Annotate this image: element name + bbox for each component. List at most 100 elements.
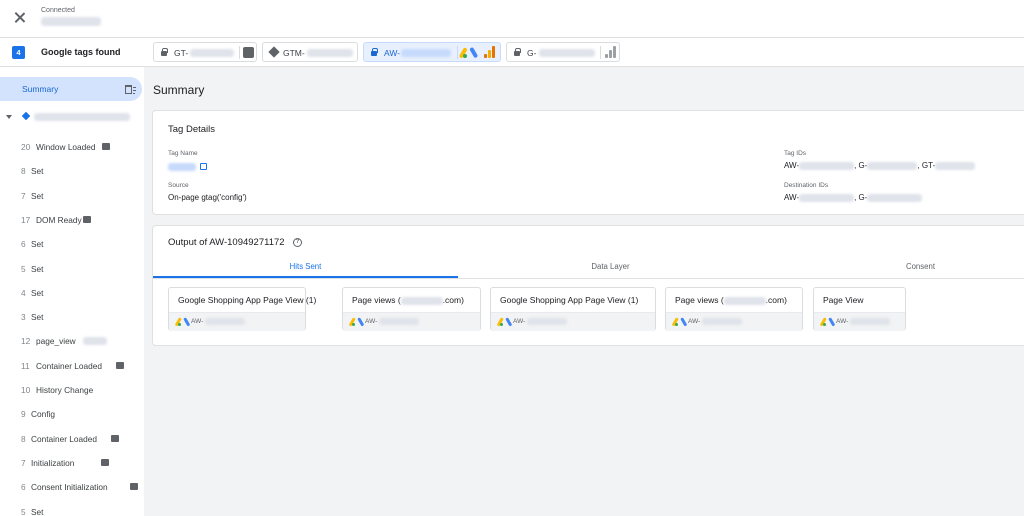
event-number: 4 [21, 287, 26, 298]
tag-chip-gtm[interactable]: GTM- [262, 42, 358, 62]
event-name: Set [31, 239, 44, 250]
event-name: History Change [36, 385, 94, 395]
event-name: Container Loaded [31, 433, 97, 444]
sidebar-event-item[interactable]: 8 Container Loaded [0, 429, 144, 449]
tag-details-title: Tag Details [168, 124, 215, 135]
sidebar-event-item[interactable]: 17 DOM Ready [0, 210, 144, 230]
container-icon [243, 47, 254, 58]
lock-icon [161, 48, 168, 56]
hit-title-part: Page views ( [352, 295, 401, 305]
event-name: Set [31, 287, 44, 298]
main-panel: Summary Tag Details Tag Name Source On-p… [144, 67, 1024, 516]
sidebar-event-item[interactable]: 6 Consent Initialization [0, 477, 144, 497]
sidebar-container-row[interactable] [0, 107, 144, 127]
help-icon[interactable]: ? [293, 238, 302, 247]
event-name: Set [31, 312, 44, 323]
hit-card[interactable]: Page View AW- [813, 287, 906, 331]
event-number: 6 [21, 239, 26, 250]
event-number: 20 [21, 142, 31, 152]
source-label: Source [168, 182, 189, 189]
tag-name-link-redacted[interactable] [168, 163, 196, 171]
hit-id-prefix: AW- [365, 318, 378, 325]
tag-chip-aw[interactable]: AW- [363, 42, 501, 62]
destination-ids-label: Destination IDs [784, 182, 829, 189]
open-external-icon[interactable] [200, 163, 207, 170]
sidebar-event-item[interactable]: 7 Initialization [0, 453, 144, 473]
hit-footer: AW- [169, 312, 305, 331]
tag-id-prefix: , G- [854, 161, 868, 170]
tag-chip-prefix: GT- [174, 48, 189, 58]
destination-ids-value: AW- , G- [784, 193, 923, 202]
container-badge-icon [115, 361, 124, 369]
container-badge-icon [101, 458, 110, 466]
hit-title: Page views ( .com) [352, 295, 464, 305]
hit-id-prefix: AW- [688, 318, 701, 325]
hit-id-prefix: AW- [513, 318, 526, 325]
sidebar-event-item[interactable]: 7 Set [0, 186, 144, 206]
hit-card[interactable]: Page views (.com) AW- [665, 287, 803, 331]
tag-chip-prefix: GTM- [283, 48, 305, 58]
hit-title: Page views (.com) [675, 295, 787, 305]
redacted [83, 337, 108, 346]
sidebar-event-item[interactable]: 5 Set [0, 259, 144, 279]
tag-id-redacted [401, 49, 451, 57]
hit-title-part: Page views ( [675, 295, 724, 305]
tag-id-redacted [190, 49, 234, 57]
output-card: Output of AW-10949271172 ? Hits Sent Dat… [152, 225, 1024, 346]
hit-card[interactable]: Google Shopping App Page View (1) AW- [168, 287, 316, 331]
event-number: 12 [21, 336, 31, 347]
sidebar-event-item[interactable]: 8 Set [0, 161, 144, 181]
sidebar-event-item[interactable]: 3 Set [0, 307, 144, 327]
sidebar-event-item[interactable]: 11 Container Loaded [0, 356, 144, 376]
destination-id-prefix: , G- [854, 193, 868, 202]
tag-id-redacted [307, 49, 353, 57]
hit-card[interactable]: Google Shopping App Page View (1) AW- [490, 287, 656, 331]
tag-ids-label: Tag IDs [784, 150, 807, 157]
event-name: Set [31, 166, 44, 177]
tag-chip-prefix: AW- [384, 48, 401, 58]
event-name: DOM Ready [36, 214, 82, 225]
sidebar-event-item[interactable]: 20 Window Loaded [0, 137, 144, 157]
sidebar-event-item[interactable]: 5 Set [0, 502, 144, 516]
sidebar-event-item[interactable]: 4 Set [0, 283, 144, 303]
event-number: 6 [21, 482, 26, 493]
tag-chip-gt[interactable]: GT- [153, 42, 257, 62]
redacted [799, 193, 855, 202]
sidebar-item-summary[interactable]: Summary [0, 77, 142, 101]
tag-chip-g[interactable]: G- [506, 42, 620, 62]
tab-consent[interactable]: Consent [763, 256, 1024, 278]
close-icon[interactable] [12, 10, 28, 26]
redacted [935, 161, 976, 170]
clear-messages-icon[interactable] [124, 83, 136, 95]
sidebar-event-item[interactable]: 6 Set [0, 234, 144, 254]
event-number: 8 [21, 166, 26, 177]
hit-card[interactable]: Page views ( .com) AW- [342, 287, 481, 331]
google-ads-icon [458, 47, 478, 59]
google-ads-icon [671, 317, 688, 327]
lock-icon [514, 48, 521, 56]
gtm-diamond-icon [268, 46, 280, 58]
event-name: Container Loaded [36, 360, 102, 371]
sidebar-event-item[interactable]: 9 Config [0, 404, 144, 424]
chevron-down-icon[interactable] [6, 115, 12, 119]
event-name: Consent Initialization [31, 482, 108, 493]
sidebar-item-label: Summary [22, 84, 59, 94]
tag-count-badge: 4 [12, 46, 25, 59]
sidebar-event-item[interactable]: 12 page_view [0, 331, 144, 351]
tags-bar: 4 Google tags found GT- GTM- AW- G- [0, 38, 1024, 67]
redacted [527, 318, 567, 325]
event-number: 10 [21, 385, 31, 395]
container-badge-icon [83, 215, 92, 223]
hit-title-part: .com) [442, 295, 464, 305]
tab-data-layer[interactable]: Data Layer [458, 256, 763, 278]
tag-id-prefix: , GT- [917, 161, 936, 170]
page-name-redacted [34, 113, 130, 121]
output-title: Output of AW-10949271172 [168, 237, 285, 248]
tab-hits-sent[interactable]: Hits Sent [153, 256, 458, 278]
google-analytics-icon [605, 46, 617, 58]
redacted [400, 296, 443, 305]
sidebar-event-item[interactable]: 10 History Change [0, 380, 144, 400]
redacted [867, 161, 918, 170]
page-diamond-icon [21, 111, 31, 121]
container-badge-icon [110, 434, 119, 442]
